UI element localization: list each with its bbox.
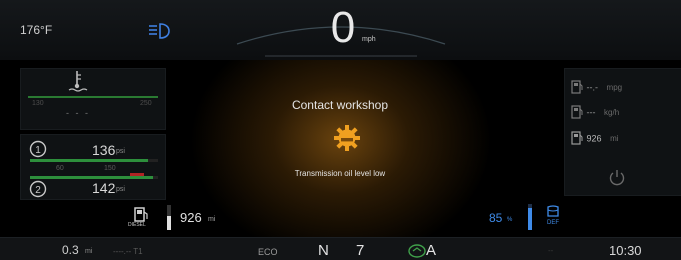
eco-mode-indicator: ECO — [258, 247, 278, 257]
brake-range-warning-mark — [130, 173, 144, 176]
brake-range-max: 150 — [104, 165, 116, 172]
auto-mode-icon — [408, 244, 426, 258]
def-label: DEF — [547, 220, 559, 226]
gear-mode: N — [318, 242, 329, 259]
brake-circuit-1-icon: 1 — [29, 140, 47, 158]
speed-value: 0 — [330, 3, 356, 52]
range-value: 926 — [586, 133, 602, 144]
brake-circuit-2-fill — [30, 176, 153, 179]
trip-distance-value: 0.3 — [62, 243, 79, 257]
svg-text:2: 2 — [35, 185, 41, 196]
trip-distance-unit: mi — [85, 248, 93, 255]
avg-mpg-value: --.- — [586, 82, 599, 93]
power-icon[interactable] — [608, 168, 626, 186]
instrument-cluster: 176°F 0 mph 130 250 - - - 1 136 psi 60 1… — [0, 0, 681, 260]
brake-circuit-2-bar — [30, 176, 158, 179]
brake-circuit-1-fill — [30, 159, 148, 162]
brake-circuit-2-value: 142 — [92, 180, 116, 196]
avg-fuel-icon — [571, 80, 583, 94]
instant-fuel-icon — [571, 105, 583, 119]
speed-unit: mph — [362, 36, 376, 43]
clock: 10:30 — [609, 243, 642, 258]
warning-title: Contact workshop — [291, 98, 389, 112]
def-fluid-icon: DEF — [547, 205, 559, 226]
fuel-level-bar — [167, 205, 171, 230]
range-unit: mi — [610, 134, 619, 144]
def-level-unit: % — [507, 217, 513, 223]
coolant-value: - - - — [66, 108, 90, 118]
def-level-bar — [528, 204, 532, 230]
bottom-right-placeholder: -- — [548, 246, 554, 255]
low-beam-headlight-icon — [149, 23, 170, 39]
consumption-row: --- kg/h — [570, 105, 619, 121]
warning-message: Transmission oil level low — [294, 169, 386, 178]
range-row: 926 mi — [570, 131, 619, 147]
avg-mpg-unit: mpg — [606, 83, 623, 93]
consumption-value: --- — [586, 107, 596, 118]
fuel-level-fill — [167, 216, 171, 230]
brake-circuit-1-value: 136 — [92, 142, 116, 158]
brake-range-min: 60 — [56, 165, 64, 172]
fuel-range-unit: mi — [208, 216, 216, 223]
range-fuel-icon — [571, 131, 583, 145]
coolant-max-label: 250 — [140, 100, 152, 107]
brake-circuit-1-unit: psi — [116, 148, 125, 155]
brake-circuit-1-bar — [30, 159, 158, 162]
brake-circuit-2-unit: psi — [116, 186, 125, 193]
transmission-gear-warning-icon — [334, 125, 360, 151]
coolant-temp-icon — [68, 71, 88, 92]
fuel-type-label: DIESEL — [128, 222, 146, 228]
fuel-range-value: 926 — [180, 210, 202, 225]
gear-number: 7 — [356, 242, 365, 259]
consumption-unit: kg/h — [604, 108, 620, 118]
def-level-fill — [528, 207, 532, 230]
coolant-min-label: 130 — [32, 100, 44, 107]
coolant-gauge-line — [28, 96, 158, 98]
brake-circuit-2-icon: 2 — [29, 180, 47, 198]
bottom-bar — [0, 237, 681, 260]
def-level-value: 85 — [489, 211, 503, 225]
svg-text:1: 1 — [35, 145, 41, 156]
auto-mode-label: A — [426, 242, 437, 259]
trip-meter-label: ----.-- T1 — [113, 247, 143, 256]
outside-temperature: 176°F — [20, 23, 53, 37]
coolant-panel — [20, 68, 166, 130]
avg-consumption-row: --.- mpg — [570, 80, 622, 96]
